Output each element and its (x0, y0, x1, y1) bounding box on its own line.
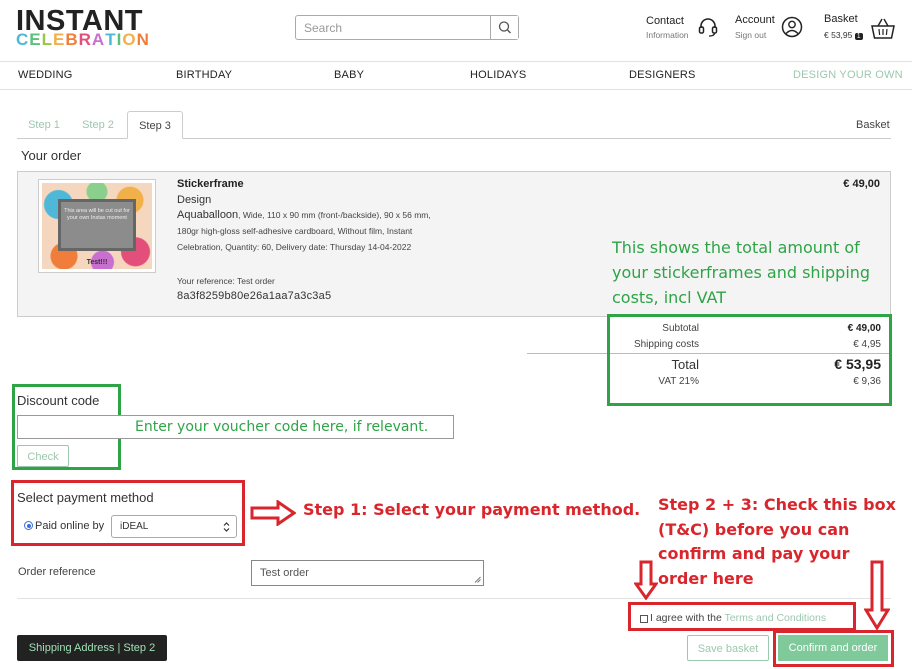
product-cutout-window: This area will be cut out for your own I… (58, 199, 136, 251)
payment-radio-label: Paid online by (35, 520, 105, 532)
annotation-step23-note: Step 2 + 3: Check this box (T&C) before … (658, 495, 896, 588)
payment-selected-value: iDEAL (120, 521, 149, 532)
contact-label: Contact (646, 15, 684, 27)
save-basket-button[interactable]: Save basket (687, 635, 769, 661)
nav-birthday[interactable]: BIRTHDAY (176, 69, 232, 81)
nav-holidays[interactable]: HOLIDAYS (470, 69, 526, 81)
tab-step-3[interactable]: Step 3 (127, 111, 183, 139)
step1-arrow-icon (250, 500, 296, 526)
product-price: € 49,00 (843, 178, 880, 190)
product-image: This area will be cut out for your own I… (38, 179, 156, 273)
terms-prefix: I agree with the (650, 612, 725, 624)
discount-label: Discount code (17, 393, 100, 408)
your-order-heading: Your order (21, 148, 82, 163)
logo-letter: E (29, 30, 42, 49)
sign-out-link[interactable]: Sign out (735, 30, 775, 40)
order-reference-input[interactable]: Test order (251, 560, 484, 586)
terms-text: I agree with the Terms and Conditions (650, 612, 826, 624)
step2-arrow-icon (634, 560, 658, 600)
product-name: Stickerframe (177, 178, 244, 190)
check-discount-button[interactable]: Check (17, 445, 69, 467)
search-box (295, 15, 519, 40)
annotation-totals-box (607, 314, 892, 406)
order-hash: 8a3f8259b80e26a1aa7a3c3a5 (177, 290, 332, 302)
search-icon (498, 21, 511, 34)
search-input[interactable] (296, 16, 490, 39)
terms-checkbox[interactable] (640, 615, 648, 623)
header-divider (0, 61, 912, 62)
tab-step-1[interactable]: Step 1 (22, 111, 66, 139)
product-caption: Test!!! (86, 259, 108, 266)
logo-letter: E (53, 30, 66, 49)
logo-letter: L (41, 30, 54, 49)
logo-celebration[interactable]: CELEBRATION (16, 31, 150, 49)
basket-link[interactable]: Basket € 53,95 1 (824, 13, 863, 40)
user-icon[interactable] (781, 16, 803, 38)
nav-designers[interactable]: DESIGNERS (629, 69, 696, 81)
shipping-address-button[interactable]: Shipping Address | Step 2 (17, 635, 167, 661)
reference-divider (17, 598, 891, 599)
payment-radio[interactable] (24, 521, 33, 530)
resize-handle-icon[interactable] (474, 576, 481, 583)
nav-design-your-own[interactable]: DESIGN YOUR OWN (793, 69, 903, 81)
contact-link[interactable]: Contact Information (646, 15, 689, 40)
nav-wedding[interactable]: WEDDING (18, 69, 73, 81)
order-reference-label: Order reference (18, 566, 96, 578)
search-button[interactable] (490, 16, 518, 39)
design-label: Design (177, 194, 212, 206)
select-chevron-icon (223, 522, 230, 532)
payment-method-select[interactable]: iDEAL (111, 515, 237, 538)
nav-divider (0, 89, 912, 90)
confirm-and-order-button[interactable]: Confirm and order (778, 635, 888, 661)
product-details: Aquaballoon, Wide, 110 x 90 mm (front-/b… (177, 207, 439, 255)
logo-letter: T (105, 30, 117, 49)
account-link[interactable]: Account Sign out (735, 14, 775, 40)
basket-summary: € 53,95 1 (824, 30, 863, 40)
terms-link[interactable]: Terms and Conditions (725, 612, 827, 624)
order-reference-line: Your reference: Test order (177, 276, 275, 286)
step3-arrow-icon (864, 560, 890, 630)
account-label: Account (735, 14, 775, 26)
logo-letter: R (78, 30, 92, 49)
logo-letter: B (65, 30, 79, 49)
basket-amount: € 53,95 (824, 30, 853, 40)
contact-sub: Information (646, 30, 689, 40)
tab-basket[interactable]: Basket (856, 119, 890, 131)
logo-letter: O (122, 30, 137, 49)
basket-icon[interactable] (870, 17, 896, 41)
product-artwork: This area will be cut out for your own I… (42, 183, 152, 269)
annotation-step1-note: Step 1: Select your payment method. (303, 500, 641, 519)
headset-icon[interactable] (697, 16, 719, 38)
logo-letter: A (91, 30, 106, 49)
design-name: Aquaballoon (177, 209, 239, 221)
nav-baby[interactable]: BABY (334, 69, 364, 81)
basket-count-badge: 1 (854, 33, 863, 40)
payment-label: Select payment method (17, 490, 154, 505)
basket-label: Basket (824, 13, 858, 25)
logo-letter: C (16, 30, 30, 49)
tab-step-2[interactable]: Step 2 (75, 111, 121, 139)
order-reference-value: Test order (260, 567, 309, 579)
logo-letter: N (136, 30, 150, 49)
annotation-totals-note: This shows the total amount of your stic… (612, 238, 871, 307)
annotation-voucher-note: Enter your voucher code here, if relevan… (135, 419, 429, 435)
